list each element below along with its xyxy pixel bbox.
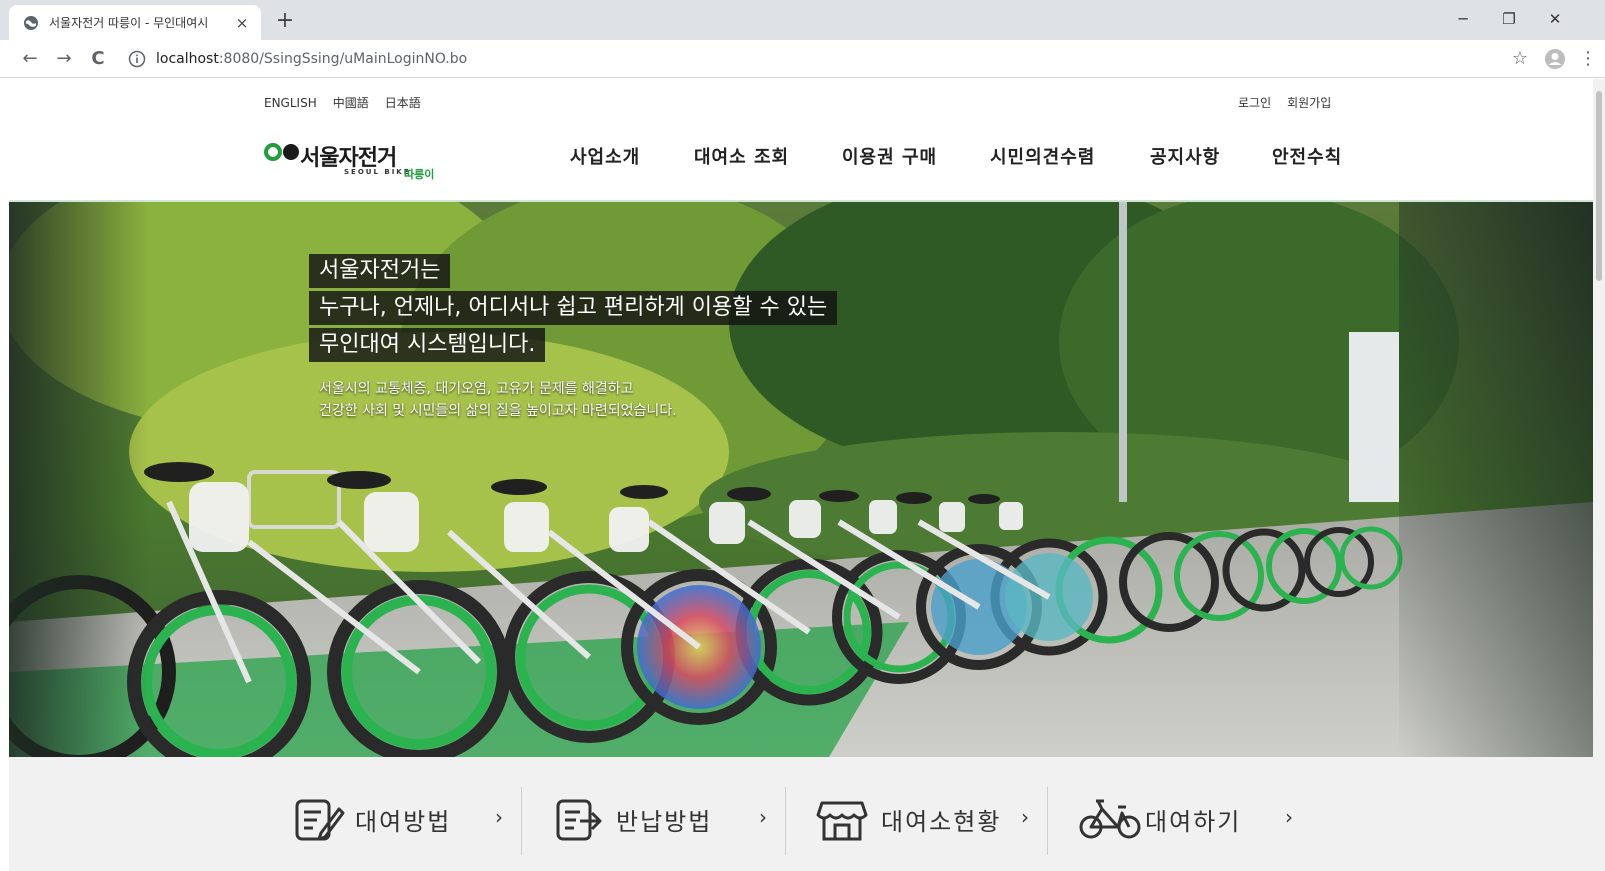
info-icon[interactable] [128, 50, 146, 68]
logo-brand: 따릉이 [404, 168, 435, 181]
page-content: ENGLISH 中國語 日本語 로그인 회원가입 서울자전거 SEOUL BIKE 따… [0, 79, 1593, 871]
logo-mark-icon [264, 143, 299, 161]
chevron-right-icon[interactable]: › [1285, 805, 1293, 829]
globe-icon [24, 15, 38, 30]
scrollbar-thumb[interactable] [1596, 91, 1602, 281]
nav-safety[interactable]: 안전수칙 [1272, 143, 1342, 169]
language-nav: ENGLISH 中國語 日本語 [264, 94, 437, 111]
bike-rack-photo [9, 202, 1593, 757]
account-nav: 로그인 회원가입 [1222, 94, 1331, 111]
lang-chinese-link[interactable]: 中國語 [333, 94, 369, 111]
bicycle-icon [1079, 799, 1141, 839]
quick-rent-now[interactable]: 대여하기 [1077, 793, 1241, 845]
quick-menu: 대여방법 › 반납방법 › 대여소현황 › 대여하기 › [9, 757, 1593, 871]
address-bar[interactable]: localhost:8080/SsingSsing/uMainLoginNO.b… [120, 44, 1520, 74]
profile-avatar-icon[interactable] [1544, 48, 1566, 70]
quick-divider [785, 787, 786, 855]
hero-subtext-1: 서울시의 교통체증, 대기오염, 고유가 문제를 해결하고 [319, 381, 634, 397]
url-host: localhost [156, 51, 219, 67]
minimize-button[interactable]: ─ [1440, 5, 1486, 33]
quick-return-guide-label: 반납방법 [616, 807, 713, 836]
signup-link[interactable]: 회원가입 [1287, 94, 1331, 111]
hero-subtext-2: 건강한 사회 및 시민들의 삶의 질을 높이고자 마련되었습니다. [319, 403, 677, 419]
quick-divider [521, 787, 522, 855]
quick-return-guide[interactable]: 반납방법 [554, 793, 712, 845]
browser-tabstrip: 서울자전거 따릉이 - 무인대여시 × + ─ ❐ ✕ [0, 0, 1605, 40]
chevron-right-icon[interactable]: › [495, 805, 503, 829]
nav-citizen-feedback[interactable]: 시민의견수렴 [990, 143, 1095, 169]
quick-rent-now-label: 대여하기 [1145, 807, 1242, 836]
station-icon [816, 801, 868, 841]
tab-close-icon[interactable]: × [233, 14, 251, 32]
hero-headline-3: 무인대여 시스템입니다. [309, 328, 546, 362]
quick-rental-guide-label: 대여방법 [355, 807, 452, 836]
quick-rental-guide[interactable]: 대여방법 [293, 793, 451, 845]
rental-guide-icon [295, 799, 345, 841]
hero-headline-1: 서울자전거는 [309, 254, 451, 288]
quick-divider [1047, 787, 1048, 855]
lang-english-link[interactable]: ENGLISH [264, 96, 317, 110]
hero-banner: 서울자전거는 누구나, 언제나, 어디서나 쉽고 편리하게 이용할 수 있는 무… [9, 202, 1593, 757]
lang-japanese-link[interactable]: 日本語 [385, 94, 421, 111]
tab-title: 서울자전거 따릉이 - 무인대여시 [49, 16, 209, 30]
return-guide-icon [556, 799, 602, 841]
chevron-right-icon[interactable]: › [759, 805, 767, 829]
browser-toolbar: ← → C localhost:8080/SsingSsing/uMainLog… [0, 40, 1605, 78]
url-path: :8080/SsingSsing/uMainLoginNO.bo [218, 51, 468, 67]
chevron-right-icon[interactable]: › [1021, 805, 1029, 829]
browser-tab[interactable]: 서울자전거 따릉이 - 무인대여시 × [9, 5, 261, 40]
nav-pass-purchase[interactable]: 이용권 구매 [842, 143, 937, 169]
login-link[interactable]: 로그인 [1238, 94, 1271, 111]
close-window-button[interactable]: ✕ [1532, 5, 1578, 33]
browser-menu-icon[interactable]: ⋮ [1578, 45, 1598, 73]
reload-button[interactable]: C [84, 45, 112, 73]
nav-station-search[interactable]: 대여소 조회 [694, 143, 789, 169]
new-tab-button[interactable]: + [272, 9, 298, 35]
bookmark-star-icon[interactable]: ☆ [1506, 45, 1534, 73]
page-scrollbar[interactable] [1593, 79, 1605, 871]
nav-about[interactable]: 사업소개 [570, 143, 640, 169]
nav-notices[interactable]: 공지사항 [1150, 143, 1220, 169]
back-button[interactable]: ← [16, 45, 44, 73]
logo-subtitle: SEOUL BIKE [344, 168, 411, 176]
site-logo[interactable]: 서울자전거 SEOUL BIKE 따릉이 [264, 140, 444, 184]
hero-headline-2: 누구나, 언제나, 어디서나 쉽고 편리하게 이용할 수 있는 [309, 291, 838, 325]
forward-button[interactable]: → [50, 45, 78, 73]
quick-station-status[interactable]: 대여소현황 [813, 793, 1001, 845]
restore-button[interactable]: ❐ [1486, 5, 1532, 33]
quick-station-status-label: 대여소현황 [881, 807, 1002, 836]
